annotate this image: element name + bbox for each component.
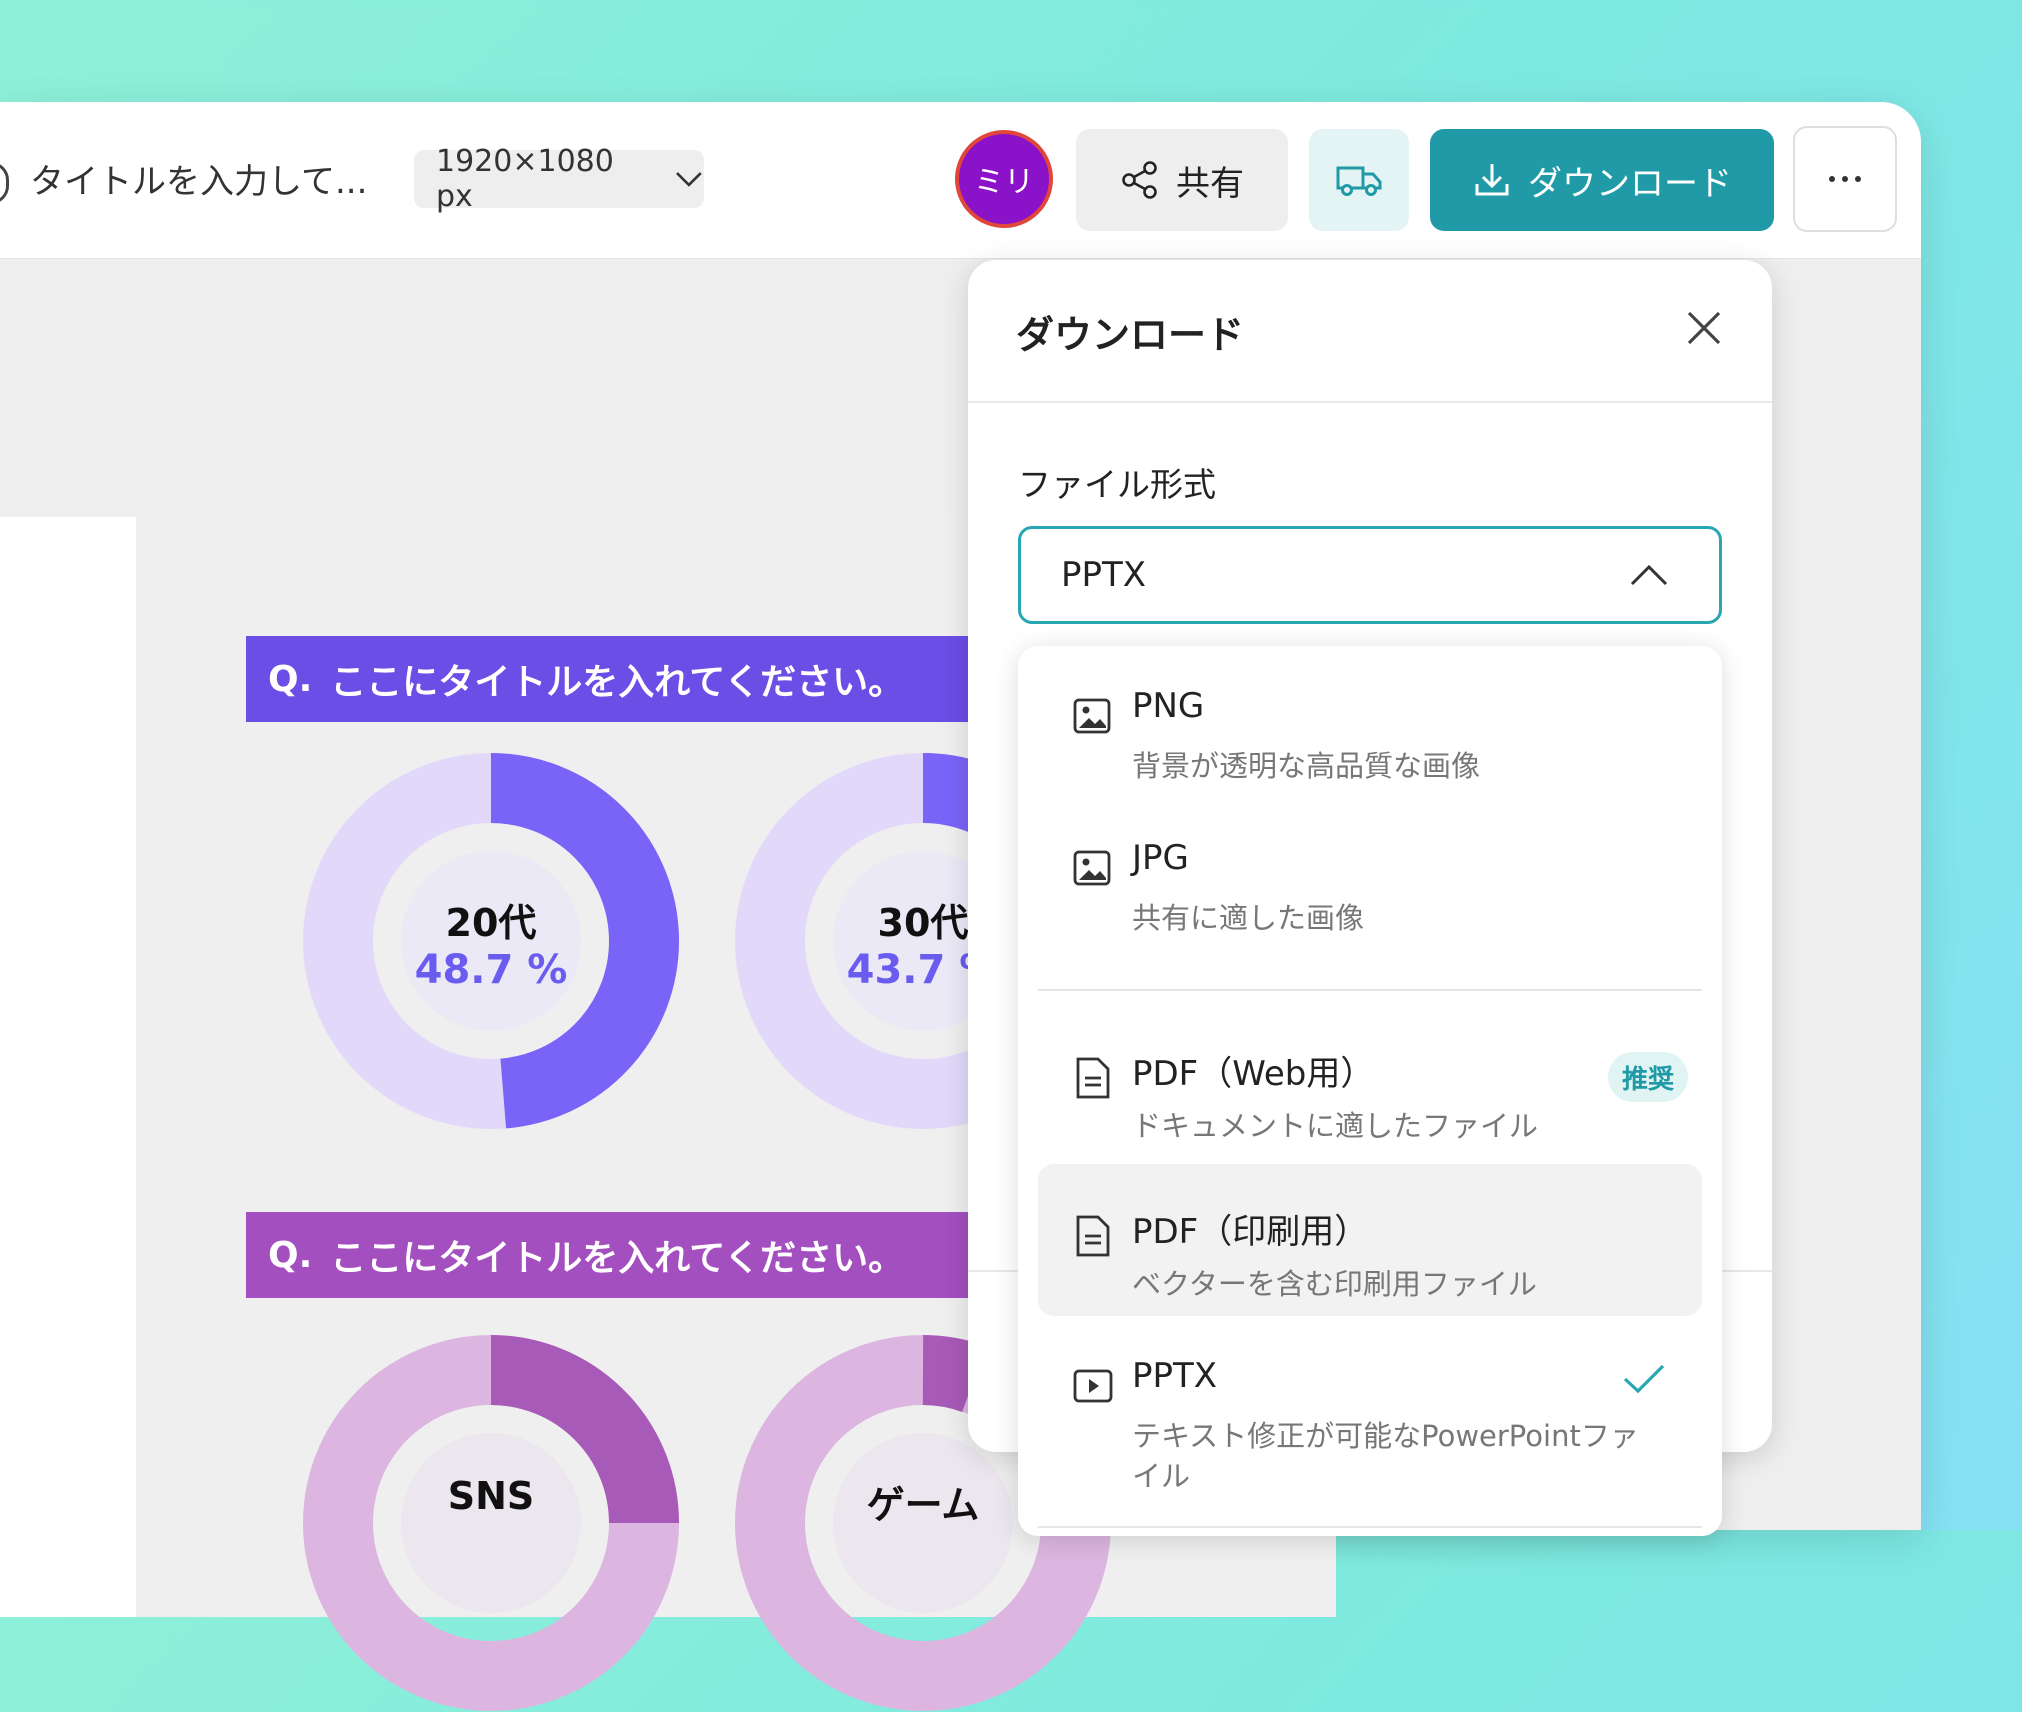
- format-dropdown-list: PNG 背景が透明な高品質な画像 JPG 共有に適した画像 PDF（Web用） …: [1018, 646, 1722, 1536]
- more-dot-icon: [1829, 176, 1835, 182]
- download-button[interactable]: ダウンロード: [1430, 129, 1774, 231]
- more-dot-icon: [1855, 176, 1861, 182]
- format-name: PPTX: [1132, 1356, 1218, 1396]
- more-dot-icon: [1842, 176, 1848, 182]
- truck-icon: [1336, 166, 1382, 196]
- donut-arc: [921, 1335, 986, 1413]
- divider: [1038, 1526, 1702, 1528]
- question-text: ここにタイトルを入れてください。: [330, 662, 905, 703]
- format-description: 背景が透明な高品質な画像: [1132, 749, 1481, 783]
- left-page-preview[interactable]: [0, 517, 136, 1617]
- donut-chart-sns[interactable]: [302, 1334, 680, 1712]
- format-option-pdf-web[interactable]: PDF（Web用） 推奨 ドキュメントに適したファイル: [1038, 1006, 1702, 1156]
- image-icon: [1073, 850, 1111, 886]
- presentation-icon: [1073, 1369, 1113, 1403]
- image-icon: [1073, 698, 1111, 734]
- question-banner[interactable]: Q. ここにタイトルを入れてください。: [246, 636, 1006, 722]
- user-avatar[interactable]: ミリ: [955, 130, 1053, 228]
- donut-label-sns: SNS: [302, 1474, 680, 1518]
- format-description: ドキュメントに適したファイル: [1132, 1109, 1539, 1143]
- more-options-button[interactable]: [1793, 126, 1897, 232]
- canvas-size-dropdown[interactable]: 1920×1080 px: [414, 144, 704, 214]
- donut-label-20s: 20代 48.7 %: [302, 892, 680, 993]
- selected-format: PPTX: [1061, 555, 1147, 595]
- format-description: テキスト修正が可能なPowerPointファイル: [1132, 1419, 1639, 1493]
- check-icon: [1623, 1364, 1665, 1394]
- document-icon: [1076, 1215, 1110, 1257]
- share-label: 共有: [1176, 163, 1244, 204]
- format-option-jpg[interactable]: JPG 共有に適した画像: [1038, 798, 1702, 950]
- chevron-down-icon: [676, 172, 702, 187]
- file-format-select[interactable]: PPTX: [1018, 526, 1722, 624]
- format-option-png[interactable]: PNG 背景が透明な高品質な画像: [1038, 646, 1702, 798]
- format-description: 共有に適した画像: [1132, 901, 1365, 935]
- format-name: JPG: [1132, 838, 1189, 878]
- panel-title: ダウンロード: [1016, 313, 1245, 357]
- donut-percent: 48.7 %: [414, 947, 568, 993]
- format-name: PDF（Web用）: [1132, 1054, 1375, 1094]
- donut-category: 20代: [445, 901, 537, 945]
- question-text: ここにタイトルを入れてください。: [330, 1238, 905, 1279]
- download-icon: [1475, 164, 1509, 196]
- download-label: ダウンロード: [1528, 163, 1732, 204]
- donut-category: SNS: [447, 1474, 535, 1518]
- question-prefix: Q.: [268, 658, 313, 700]
- divider: [1038, 989, 1702, 991]
- question-prefix: Q.: [268, 1234, 313, 1276]
- document-title[interactable]: タイトルを入力して...: [30, 154, 367, 203]
- canvas-size-value: 1920×1080 px: [436, 144, 614, 214]
- recommended-badge: 推奨: [1608, 1052, 1688, 1102]
- avatar-initials: ミリ: [974, 165, 1034, 200]
- question-banner[interactable]: Q. ここにタイトルを入れてください。: [246, 1212, 1006, 1298]
- donut-center: [401, 1433, 581, 1613]
- share-button[interactable]: 共有: [1076, 129, 1288, 231]
- divider: [968, 401, 1772, 403]
- close-icon[interactable]: [1684, 308, 1724, 348]
- document-icon: [1076, 1057, 1110, 1099]
- format-option-pdf-print[interactable]: PDF（印刷用） ベクターを含む印刷用ファイル: [1038, 1164, 1702, 1316]
- format-description: ベクターを含む印刷用ファイル: [1132, 1267, 1537, 1301]
- top-toolbar: タイトルを入力して... 1920×1080 px ミリ 共有 ダウンロード: [0, 102, 1921, 259]
- file-format-label: ファイル形式: [1018, 465, 1216, 504]
- format-option-pptx[interactable]: PPTX テキスト修正が可能なPowerPointファイル: [1038, 1316, 1702, 1521]
- back-icon[interactable]: [0, 162, 9, 204]
- format-name: PDF（印刷用）: [1132, 1212, 1369, 1252]
- format-name: PNG: [1132, 686, 1205, 726]
- delivery-button[interactable]: [1309, 129, 1409, 231]
- share-icon: [1122, 161, 1157, 199]
- chevron-up-icon: [1630, 564, 1668, 586]
